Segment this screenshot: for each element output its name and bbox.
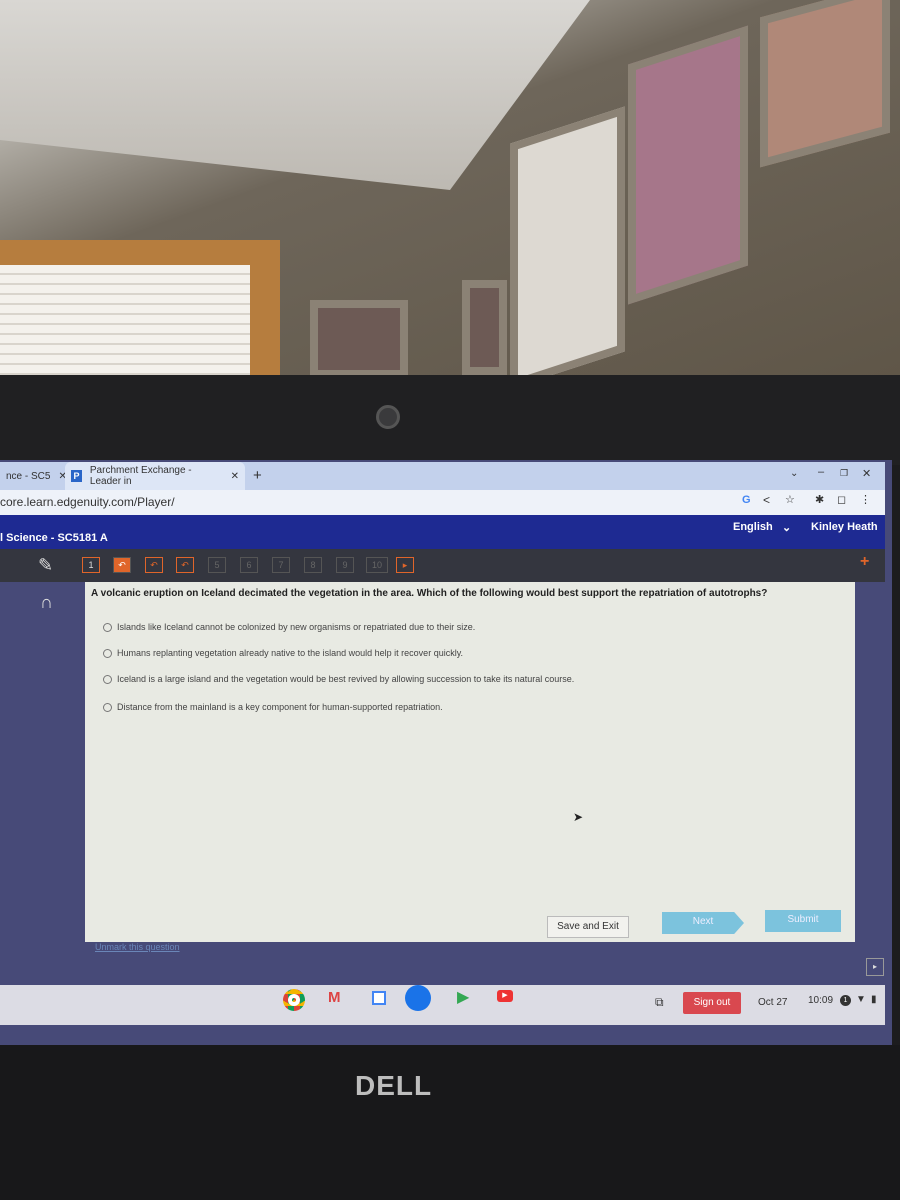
option-label: Iceland is a large island and the vegeta… xyxy=(117,674,575,684)
course-header: l Science - SC5181 A English ⌄ Kinley He… xyxy=(0,515,885,549)
mouse-cursor-icon: ➤ xyxy=(573,810,584,824)
option-label: Islands like Iceland cannot be colonized… xyxy=(117,622,476,632)
picture-frame xyxy=(510,106,625,389)
radio-icon[interactable] xyxy=(103,648,112,658)
chevron-down-icon[interactable]: ⌄ xyxy=(782,521,791,534)
parchment-icon: P xyxy=(71,470,82,482)
new-tab-button[interactable]: + xyxy=(253,467,262,484)
laptop-bezel xyxy=(0,375,900,465)
tab-edgenuity[interactable]: nce - SC5 ✕ xyxy=(0,462,73,490)
save-and-exit-button[interactable]: Save and Exit xyxy=(547,916,629,938)
question-panel: A volcanic eruption on Iceland decimated… xyxy=(85,582,855,952)
close-icon[interactable]: ✕ xyxy=(231,471,239,482)
expand-arrow-icon[interactable]: ▸ xyxy=(866,958,884,976)
answer-option-2[interactable]: Humans replanting vegetation already nat… xyxy=(103,648,463,658)
plus-icon[interactable]: + xyxy=(860,553,869,571)
laptop-base xyxy=(0,1045,900,1200)
radio-icon[interactable] xyxy=(103,702,112,712)
headphones-icon[interactable]: ∩ xyxy=(40,592,53,613)
return-arrow-icon: ↶ xyxy=(181,560,189,570)
address-bar[interactable]: core.learn.edgenuity.com/Player/ G < ☆ ✱… xyxy=(0,490,885,516)
pencil-icon[interactable]: ✎ xyxy=(38,555,53,576)
tab-parchment[interactable]: P Parchment Exchange - Leader in ✕ xyxy=(65,462,245,490)
tab-strip: nce - SC5 ✕ P Parchment Exchange - Leader … xyxy=(0,462,885,490)
extensions-icon[interactable]: ✱ xyxy=(815,493,824,506)
answer-option-1[interactable]: Islands like Iceland cannot be colonized… xyxy=(103,622,475,632)
question-8-button[interactable]: 8 xyxy=(304,557,322,573)
star-icon[interactable]: ☆ xyxy=(785,493,795,506)
question-6-button[interactable]: 6 xyxy=(240,557,258,573)
submit-button[interactable]: Submit xyxy=(765,910,841,932)
close-window-icon[interactable]: ✕ xyxy=(862,467,871,480)
window-blind xyxy=(0,265,250,375)
question-1-button[interactable]: 1 xyxy=(82,557,100,573)
chevron-down-icon[interactable]: ⌄ xyxy=(790,468,798,479)
option-label: Humans replanting vegetation already nat… xyxy=(117,648,464,658)
tab-label: Parchment Exchange - Leader in xyxy=(89,465,192,487)
google-icon[interactable]: G xyxy=(742,494,751,506)
radio-icon[interactable] xyxy=(103,674,112,684)
question-toolbar: ✎ 1 ↶ ↶ ↶ 5 6 7 8 9 10 ▸ + xyxy=(0,549,885,582)
question-2-button[interactable]: ↶ xyxy=(113,557,131,573)
next-button[interactable]: Next xyxy=(662,912,744,934)
question-9-button[interactable]: 9 xyxy=(336,557,354,573)
minimize-icon[interactable]: – xyxy=(818,466,824,478)
radio-icon[interactable] xyxy=(103,622,112,632)
question-4-button[interactable]: ↶ xyxy=(176,557,194,573)
dell-logo: DELL xyxy=(355,1070,433,1101)
answer-option-4[interactable]: Distance from the mainland is a key comp… xyxy=(103,702,443,712)
unmark-question-link[interactable]: Unmark this question xyxy=(95,942,180,952)
question-3-button[interactable]: ↶ xyxy=(145,557,163,573)
return-arrow-icon: ↶ xyxy=(118,560,126,570)
course-title: l Science - SC5181 A xyxy=(0,532,108,544)
question-7-button[interactable]: 7 xyxy=(272,557,290,573)
tab-label: nce - SC5 xyxy=(6,470,51,482)
url-text: core.learn.edgenuity.com/Player/ xyxy=(0,495,175,509)
side-panel-icon[interactable]: ◻ xyxy=(837,493,846,506)
picture-frame xyxy=(310,300,408,378)
answer-option-3[interactable]: Iceland is a large island and the vegeta… xyxy=(103,674,574,684)
option-label: Distance from the mainland is a key comp… xyxy=(117,702,443,712)
language-select[interactable]: English xyxy=(733,521,773,533)
restore-icon[interactable]: ❐ xyxy=(840,468,848,479)
share-icon[interactable]: < xyxy=(763,493,770,507)
return-arrow-icon: ↶ xyxy=(150,560,158,570)
webcam xyxy=(376,405,400,429)
question-10-button[interactable]: 10 xyxy=(366,557,388,573)
user-name[interactable]: Kinley Heath xyxy=(811,521,878,533)
menu-icon[interactable]: ⋮ xyxy=(860,493,871,506)
picture-frame xyxy=(462,280,507,375)
picture-frame xyxy=(628,25,748,305)
question-5-button[interactable]: 5 xyxy=(208,557,226,573)
question-text: A volcanic eruption on Iceland decimated… xyxy=(91,588,768,599)
next-page-icon[interactable]: ▸ xyxy=(396,557,414,573)
